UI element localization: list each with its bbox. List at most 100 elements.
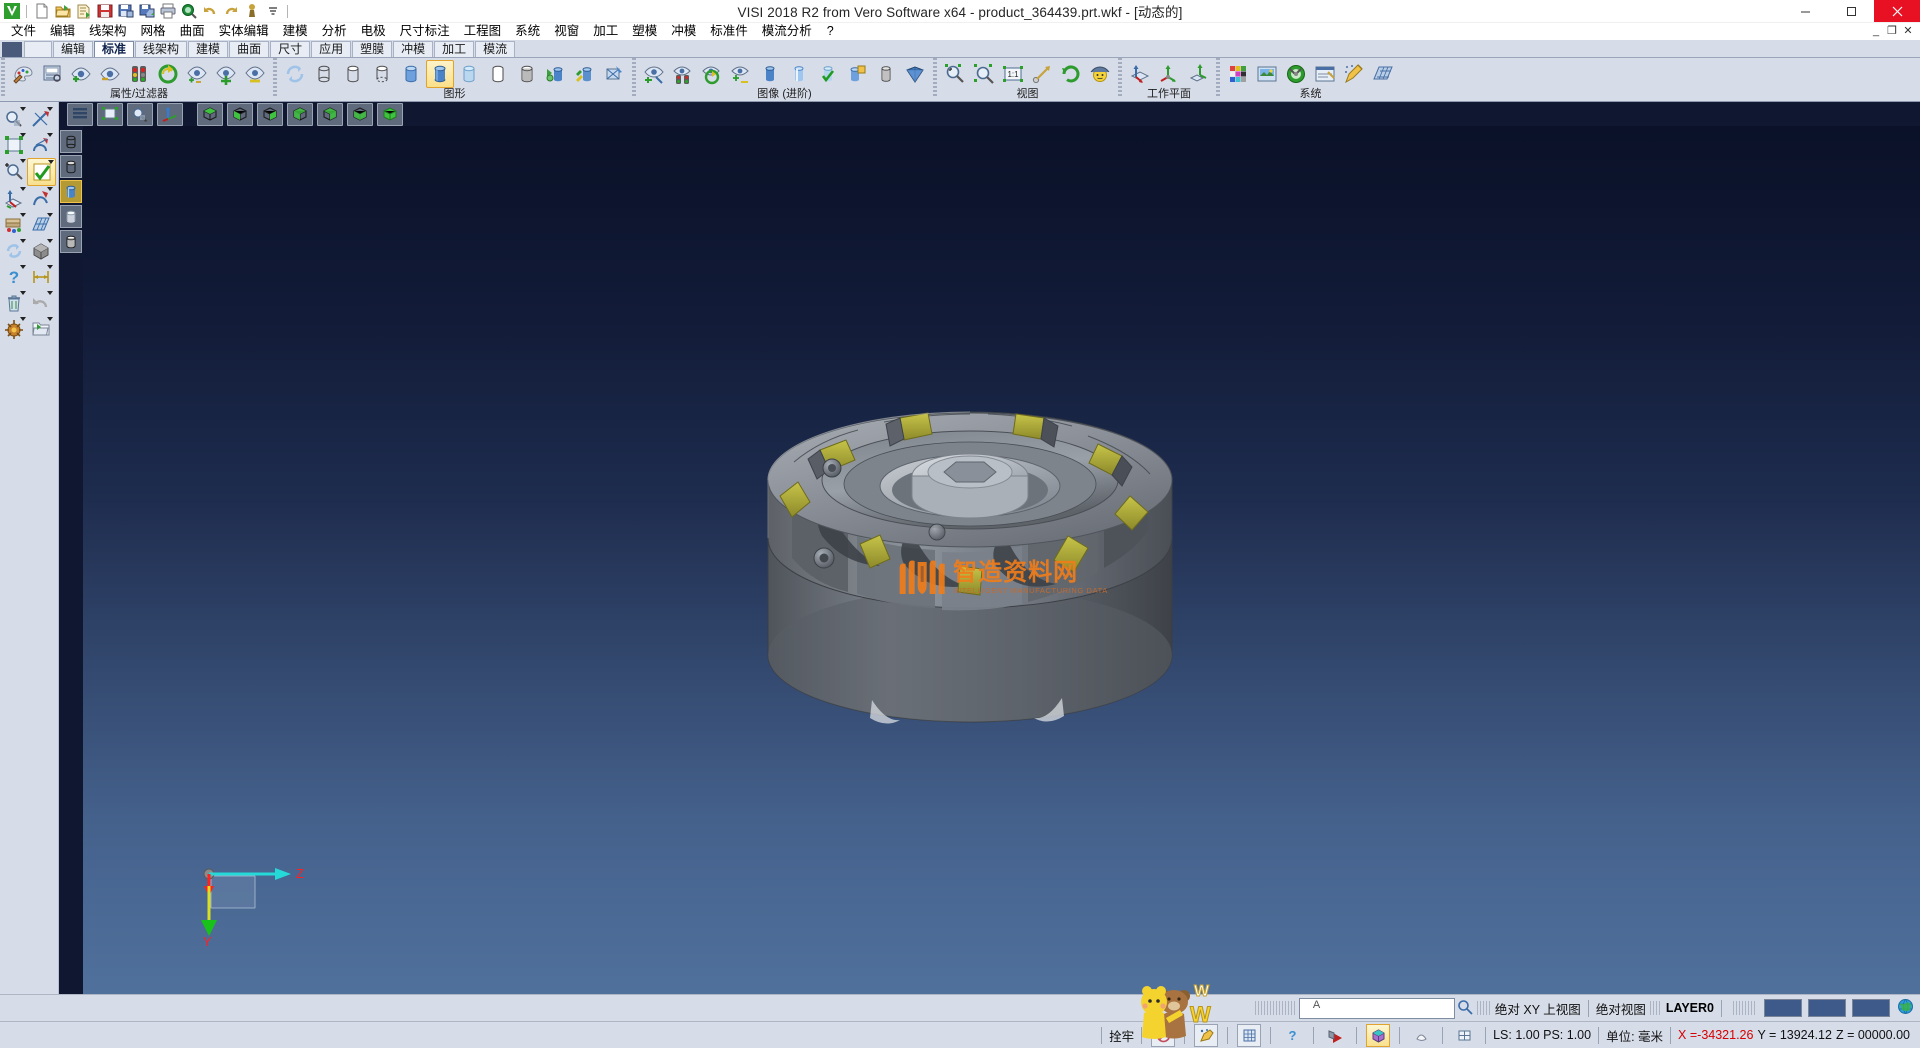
show-all-icon[interactable] xyxy=(212,60,240,88)
pan-icon[interactable] xyxy=(1028,60,1056,88)
wireframe-mode-icon[interactable] xyxy=(60,130,82,153)
fit-window-icon[interactable] xyxy=(0,132,27,158)
status-field-1[interactable] xyxy=(1764,999,1802,1017)
transparent-icon[interactable] xyxy=(455,60,483,88)
mesh-mode-icon[interactable] xyxy=(60,230,82,253)
tab-surface[interactable]: 曲面 xyxy=(229,41,269,57)
visi-logo-icon[interactable] xyxy=(2,2,21,20)
menu-item-solid-edit[interactable]: 实体编辑 xyxy=(212,23,276,40)
menu-item-file[interactable]: 文件 xyxy=(4,23,43,40)
shaded-icon[interactable] xyxy=(426,60,454,88)
maximize-button[interactable] xyxy=(1828,0,1874,22)
ribbon-collapse-button[interactable] xyxy=(2,42,22,57)
render-icon[interactable] xyxy=(542,60,570,88)
menu-item-help[interactable]: ? xyxy=(819,23,842,40)
refresh-icon[interactable] xyxy=(281,60,309,88)
save-all-icon[interactable] xyxy=(137,2,156,20)
refresh-view-icon[interactable] xyxy=(154,60,182,88)
open-folder-icon[interactable] xyxy=(27,316,54,342)
settings-icon[interactable] xyxy=(1282,60,1310,88)
redo-icon[interactable] xyxy=(221,2,240,20)
zoom-view-icon[interactable] xyxy=(127,103,153,126)
search-icon[interactable] xyxy=(1457,999,1473,1018)
open-recent-icon[interactable] xyxy=(74,2,93,20)
open-file-icon[interactable] xyxy=(53,2,72,20)
zoom-window-icon[interactable] xyxy=(941,60,969,88)
menu-item-modeling[interactable]: 建模 xyxy=(276,23,315,40)
grid-setup-icon[interactable] xyxy=(1369,60,1397,88)
navigate-icon[interactable] xyxy=(0,316,27,342)
hidden-line-icon[interactable] xyxy=(339,60,367,88)
tab-moldflow[interactable]: 模流 xyxy=(475,41,515,57)
menu-item-press-die[interactable]: 冲模 xyxy=(664,23,703,40)
zoom-tool-icon[interactable] xyxy=(0,106,27,132)
doc-close-button[interactable]: ✕ xyxy=(1900,23,1916,40)
menu-item-dimension[interactable]: 尺寸标注 xyxy=(393,23,457,40)
snap-help-icon[interactable]: ? xyxy=(1280,1024,1304,1047)
delete-icon[interactable] xyxy=(0,290,27,316)
workplane-tool-icon[interactable] xyxy=(0,186,27,212)
draw-curve-icon[interactable] xyxy=(27,132,54,158)
shade-solid-icon[interactable] xyxy=(756,60,784,88)
snap-setup-icon[interactable] xyxy=(1340,60,1368,88)
print-icon[interactable] xyxy=(158,2,177,20)
customize-icon[interactable] xyxy=(242,2,261,20)
perspective-icon[interactable] xyxy=(1086,60,1114,88)
print-preview-icon[interactable] xyxy=(179,2,198,20)
color-table-icon[interactable] xyxy=(1224,60,1252,88)
dimension-icon[interactable] xyxy=(27,264,54,290)
outline-icon[interactable] xyxy=(484,60,512,88)
section-icon[interactable] xyxy=(600,60,628,88)
menu-item-analysis[interactable]: 分析 xyxy=(315,23,354,40)
toggle-visibility-icon[interactable] xyxy=(183,60,211,88)
layer-label[interactable]: LAYER0 xyxy=(1666,1001,1714,1015)
wp-move-icon[interactable] xyxy=(1184,60,1212,88)
refresh-image-icon[interactable] xyxy=(698,60,726,88)
fit-view-icon[interactable] xyxy=(97,103,123,126)
search-input[interactable] xyxy=(1299,998,1455,1019)
visible-add-icon[interactable] xyxy=(67,60,95,88)
toggle-image-icon[interactable] xyxy=(727,60,755,88)
zoom-all-icon[interactable] xyxy=(970,60,998,88)
background-icon[interactable] xyxy=(1253,60,1281,88)
view-type-label[interactable]: 绝对视图 xyxy=(1596,999,1646,1018)
wp-align-icon[interactable] xyxy=(1155,60,1183,88)
tab-standard[interactable]: 标准 xyxy=(94,41,134,57)
tab-application[interactable]: 应用 xyxy=(311,41,351,57)
tab-modeling[interactable]: 建模 xyxy=(188,41,228,57)
menu-item-wireframe[interactable]: 线架构 xyxy=(82,23,134,40)
snap-plane-icon[interactable] xyxy=(1452,1024,1476,1047)
qat-overflow-icon[interactable] xyxy=(263,2,282,20)
paint-properties-icon[interactable] xyxy=(0,212,27,238)
menu-item-flow-analysis[interactable]: 模流分析 xyxy=(755,23,819,40)
save-icon[interactable] xyxy=(95,2,114,20)
transparent-mode-icon[interactable] xyxy=(60,205,82,228)
3d-viewport[interactable]: 智造资料网 INTELLIGENT MANUFACTURING DATA xyxy=(83,126,1920,994)
menu-item-edit[interactable]: 编辑 xyxy=(43,23,82,40)
menu-item-system[interactable]: 系统 xyxy=(508,23,547,40)
shaded-wireframe-icon[interactable] xyxy=(397,60,425,88)
tab-wireframe[interactable]: 线架构 xyxy=(135,41,187,57)
hide-all-icon[interactable] xyxy=(241,60,269,88)
save-as-icon[interactable] xyxy=(116,2,135,20)
snap-box-icon[interactable] xyxy=(1366,1024,1390,1047)
menu-item-window[interactable]: 视窗 xyxy=(547,23,586,40)
menu-item-mesh[interactable]: 网格 xyxy=(134,23,173,40)
zoom-in-tool-icon[interactable] xyxy=(0,158,27,184)
help-icon[interactable]: ? xyxy=(0,264,27,290)
measure-setup-icon[interactable] xyxy=(1311,60,1339,88)
draw-line-icon[interactable] xyxy=(27,106,54,132)
dynamic-view-icon[interactable] xyxy=(640,60,668,88)
menu-item-machining[interactable]: 加工 xyxy=(586,23,625,40)
shade-box-icon[interactable] xyxy=(843,60,871,88)
visible-remove-icon[interactable] xyxy=(96,60,124,88)
zoom-1to1-icon[interactable]: 1:1 xyxy=(999,60,1027,88)
shade-flat-icon[interactable] xyxy=(785,60,813,88)
tab-edit[interactable]: 编辑 xyxy=(53,41,93,57)
color-palette-icon[interactable] xyxy=(9,60,37,88)
iso-view-7-icon[interactable] xyxy=(377,103,403,126)
blueprint-icon[interactable] xyxy=(27,212,54,238)
light-traffic-icon[interactable] xyxy=(669,60,697,88)
texture-icon[interactable] xyxy=(571,60,599,88)
menu-item-mold[interactable]: 塑模 xyxy=(625,23,664,40)
